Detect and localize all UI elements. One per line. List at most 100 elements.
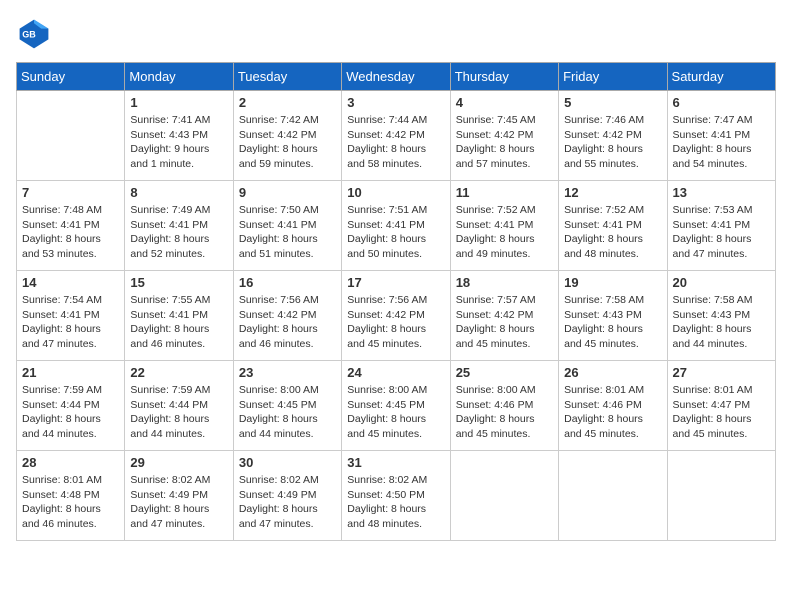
cell-content: Sunrise: 8:00 AMSunset: 4:46 PMDaylight:… xyxy=(456,383,553,442)
day-number: 27 xyxy=(673,365,770,380)
cell-content: Sunrise: 7:57 AMSunset: 4:42 PMDaylight:… xyxy=(456,293,553,352)
day-number: 16 xyxy=(239,275,336,290)
cell-content: Sunrise: 7:42 AMSunset: 4:42 PMDaylight:… xyxy=(239,113,336,172)
day-number: 7 xyxy=(22,185,119,200)
logo-icon: GB xyxy=(16,16,52,52)
week-row-4: 21 Sunrise: 7:59 AMSunset: 4:44 PMDayligh… xyxy=(17,361,776,451)
cell-content: Sunrise: 7:41 AMSunset: 4:43 PMDaylight:… xyxy=(130,113,227,172)
day-number: 31 xyxy=(347,455,444,470)
calendar-cell: 30Sunrise: 8:02 AMSunset: 4:49 PMDayligh… xyxy=(233,451,341,541)
day-number: 9 xyxy=(239,185,336,200)
calendar-cell: 29 Sunrise: 8:02 AMSunset: 4:49 PMDayligh… xyxy=(125,451,233,541)
day-number: 20 xyxy=(673,275,770,290)
calendar-cell: 4 Sunrise: 7:45 AMSunset: 4:42 PMDaylight… xyxy=(450,91,558,181)
day-number: 24 xyxy=(347,365,444,380)
day-number: 4 xyxy=(456,95,553,110)
cell-content: Sunrise: 7:58 AMSunset: 4:43 PMDaylight:… xyxy=(564,293,661,352)
calendar-cell: 10Sunrise: 7:51 AMSunset: 4:41 PMDayligh… xyxy=(342,181,450,271)
day-number: 23 xyxy=(239,365,336,380)
calendar-cell: 22 Sunrise: 7:59 AMSunset: 4:44 PMDayligh… xyxy=(125,361,233,451)
cell-content: Sunrise: 8:02 AMSunset: 4:49 PMDaylight:… xyxy=(130,473,227,532)
cell-content: Sunrise: 7:58 AMSunset: 4:43 PMDaylight:… xyxy=(673,293,770,352)
cell-content: Sunrise: 7:52 AMSunset: 4:41 PMDaylight:… xyxy=(456,203,553,262)
cell-content: Sunrise: 7:54 AMSunset: 4:41 PMDaylight:… xyxy=(22,293,119,352)
calendar-cell xyxy=(17,91,125,181)
calendar-cell xyxy=(559,451,667,541)
calendar-body: 1 Sunrise: 7:41 AMSunset: 4:43 PMDaylight… xyxy=(17,91,776,541)
calendar-cell: 9Sunrise: 7:50 AMSunset: 4:41 PMDaylight… xyxy=(233,181,341,271)
day-number: 29 xyxy=(130,455,227,470)
calendar-cell: 28 Sunrise: 8:01 AMSunset: 4:48 PMDayligh… xyxy=(17,451,125,541)
day-number: 26 xyxy=(564,365,661,380)
calendar-cell: 1 Sunrise: 7:41 AMSunset: 4:43 PMDaylight… xyxy=(125,91,233,181)
calendar-cell: 20 Sunrise: 7:58 AMSunset: 4:43 PMDayligh… xyxy=(667,271,775,361)
calendar-cell: 27Sunrise: 8:01 AMSunset: 4:47 PMDayligh… xyxy=(667,361,775,451)
day-number: 22 xyxy=(130,365,227,380)
cell-content: Sunrise: 7:59 AMSunset: 4:44 PMDaylight:… xyxy=(22,383,119,442)
calendar-cell xyxy=(450,451,558,541)
calendar-cell: 3 Sunrise: 7:44 AMSunset: 4:42 PMDaylight… xyxy=(342,91,450,181)
day-number: 11 xyxy=(456,185,553,200)
cell-content: Sunrise: 8:01 AMSunset: 4:48 PMDaylight:… xyxy=(22,473,119,532)
day-number: 28 xyxy=(22,455,119,470)
calendar-cell: 15Sunrise: 7:55 AMSunset: 4:41 PMDayligh… xyxy=(125,271,233,361)
calendar-cell: 25 Sunrise: 8:00 AMSunset: 4:46 PMDayligh… xyxy=(450,361,558,451)
day-number: 13 xyxy=(673,185,770,200)
day-number: 3 xyxy=(347,95,444,110)
calendar-cell: 31 Sunrise: 8:02 AMSunset: 4:50 PMDayligh… xyxy=(342,451,450,541)
day-number: 8 xyxy=(130,185,227,200)
calendar-cell: 12 Sunrise: 7:52 AMSunset: 4:41 PMDayligh… xyxy=(559,181,667,271)
header-day-sunday: Sunday xyxy=(17,63,125,91)
cell-content: Sunrise: 8:00 AMSunset: 4:45 PMDaylight:… xyxy=(239,383,336,442)
cell-content: Sunrise: 7:53 AMSunset: 4:41 PMDaylight:… xyxy=(673,203,770,262)
day-number: 2 xyxy=(239,95,336,110)
calendar-cell: 6Sunrise: 7:47 AMSunset: 4:41 PMDaylight… xyxy=(667,91,775,181)
week-row-3: 14Sunrise: 7:54 AMSunset: 4:41 PMDayligh… xyxy=(17,271,776,361)
calendar-cell: 16 Sunrise: 7:56 AMSunset: 4:42 PMDayligh… xyxy=(233,271,341,361)
calendar-cell: 18 Sunrise: 7:57 AMSunset: 4:42 PMDayligh… xyxy=(450,271,558,361)
calendar-header: SundayMondayTuesdayWednesdayThursdayFrid… xyxy=(17,63,776,91)
cell-content: Sunrise: 7:55 AMSunset: 4:41 PMDaylight:… xyxy=(130,293,227,352)
page-header: GB xyxy=(16,16,776,52)
cell-content: Sunrise: 7:56 AMSunset: 4:42 PMDaylight:… xyxy=(347,293,444,352)
cell-content: Sunrise: 7:56 AMSunset: 4:42 PMDaylight:… xyxy=(239,293,336,352)
day-number: 19 xyxy=(564,275,661,290)
calendar-cell: 2 Sunrise: 7:42 AMSunset: 4:42 PMDaylight… xyxy=(233,91,341,181)
calendar-table: SundayMondayTuesdayWednesdayThursdayFrid… xyxy=(16,62,776,541)
calendar-cell: 17Sunrise: 7:56 AMSunset: 4:42 PMDayligh… xyxy=(342,271,450,361)
cell-content: Sunrise: 7:52 AMSunset: 4:41 PMDaylight:… xyxy=(564,203,661,262)
calendar-cell: 8 Sunrise: 7:49 AMSunset: 4:41 PMDaylight… xyxy=(125,181,233,271)
logo: GB xyxy=(16,16,56,52)
calendar-cell xyxy=(667,451,775,541)
cell-content: Sunrise: 7:46 AMSunset: 4:42 PMDaylight:… xyxy=(564,113,661,172)
cell-content: Sunrise: 7:59 AMSunset: 4:44 PMDaylight:… xyxy=(130,383,227,442)
header-day-saturday: Saturday xyxy=(667,63,775,91)
header-row: SundayMondayTuesdayWednesdayThursdayFrid… xyxy=(17,63,776,91)
cell-content: Sunrise: 8:01 AMSunset: 4:46 PMDaylight:… xyxy=(564,383,661,442)
calendar-cell: 7 Sunrise: 7:48 AMSunset: 4:41 PMDaylight… xyxy=(17,181,125,271)
day-number: 5 xyxy=(564,95,661,110)
day-number: 25 xyxy=(456,365,553,380)
header-day-thursday: Thursday xyxy=(450,63,558,91)
cell-content: Sunrise: 8:02 AMSunset: 4:50 PMDaylight:… xyxy=(347,473,444,532)
calendar-cell: 14Sunrise: 7:54 AMSunset: 4:41 PMDayligh… xyxy=(17,271,125,361)
day-number: 6 xyxy=(673,95,770,110)
day-number: 18 xyxy=(456,275,553,290)
cell-content: Sunrise: 7:45 AMSunset: 4:42 PMDaylight:… xyxy=(456,113,553,172)
cell-content: Sunrise: 7:44 AMSunset: 4:42 PMDaylight:… xyxy=(347,113,444,172)
cell-content: Sunrise: 7:49 AMSunset: 4:41 PMDaylight:… xyxy=(130,203,227,262)
svg-text:GB: GB xyxy=(22,30,36,40)
cell-content: Sunrise: 7:48 AMSunset: 4:41 PMDaylight:… xyxy=(22,203,119,262)
day-number: 10 xyxy=(347,185,444,200)
calendar-cell: 19 Sunrise: 7:58 AMSunset: 4:43 PMDayligh… xyxy=(559,271,667,361)
day-number: 21 xyxy=(22,365,119,380)
header-day-monday: Monday xyxy=(125,63,233,91)
week-row-2: 7 Sunrise: 7:48 AMSunset: 4:41 PMDaylight… xyxy=(17,181,776,271)
day-number: 30 xyxy=(239,455,336,470)
cell-content: Sunrise: 8:00 AMSunset: 4:45 PMDaylight:… xyxy=(347,383,444,442)
week-row-5: 28 Sunrise: 8:01 AMSunset: 4:48 PMDayligh… xyxy=(17,451,776,541)
day-number: 12 xyxy=(564,185,661,200)
calendar-cell: 21 Sunrise: 7:59 AMSunset: 4:44 PMDayligh… xyxy=(17,361,125,451)
calendar-cell: 11 Sunrise: 7:52 AMSunset: 4:41 PMDayligh… xyxy=(450,181,558,271)
day-number: 1 xyxy=(130,95,227,110)
